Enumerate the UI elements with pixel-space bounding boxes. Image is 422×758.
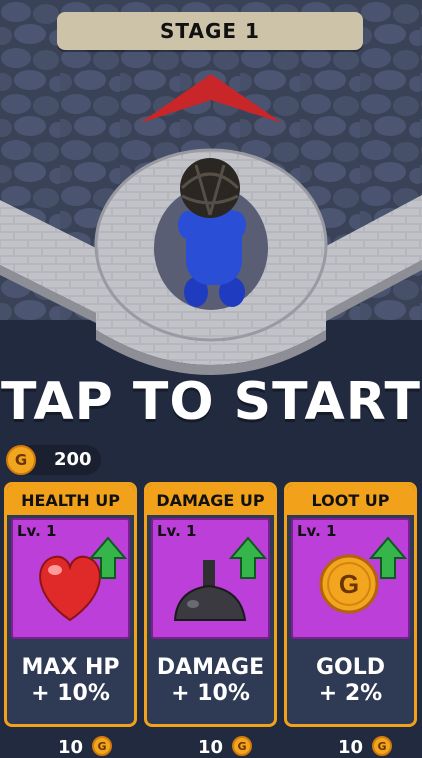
upgrade-arrow-icon xyxy=(228,536,268,579)
card-stat: MAX HP + 10% xyxy=(7,655,134,707)
price-label: 10 xyxy=(58,737,84,758)
coin-letter: G xyxy=(339,569,359,599)
price-label: 10 xyxy=(198,737,224,758)
level-label: Lv. 1 xyxy=(157,522,197,540)
tap-to-start-text[interactable]: TAP TO START xyxy=(0,372,422,432)
upgrade-arrow-icon xyxy=(368,536,408,579)
player-character xyxy=(178,158,246,307)
gold-amount: 200 xyxy=(54,449,92,470)
stat-name: MAX HP xyxy=(21,655,120,680)
gold-counter: G 200 xyxy=(6,445,101,475)
stat-name: DAMAGE xyxy=(156,655,265,680)
card-header: LOOT UP xyxy=(287,485,414,515)
stat-bonus: + 2% xyxy=(318,681,383,706)
card-header: HEALTH UP xyxy=(7,485,134,515)
stat-bonus: + 10% xyxy=(171,681,250,706)
gold-coin-icon: G xyxy=(232,736,252,756)
upgrade-card-damage[interactable]: DAMAGE UP Lv. 1 DAMAGE + 10% xyxy=(144,482,277,727)
stage-label: STAGE 1 xyxy=(57,12,363,50)
card-icon-box: Lv. 1 xyxy=(11,518,130,639)
card-stat: GOLD + 2% xyxy=(287,655,414,707)
card-icon-box: Lv. 1 xyxy=(151,518,270,639)
stat-name: GOLD xyxy=(315,655,386,680)
card-icon-box: Lv. 1 G xyxy=(291,518,410,639)
gold-coin-icon: G xyxy=(92,736,112,756)
level-label: Lv. 1 xyxy=(17,522,57,540)
price-label: 10 xyxy=(338,737,364,758)
card-stat: DAMAGE + 10% xyxy=(147,655,274,707)
stat-bonus: + 10% xyxy=(31,681,110,706)
card-header: DAMAGE UP xyxy=(147,485,274,515)
gold-coin-icon: G xyxy=(6,445,36,475)
upgrade-card-health[interactable]: HEALTH UP Lv. 1 MAX HP + 10% xyxy=(4,482,137,727)
upgrade-card-loot[interactable]: LOOT UP Lv. 1 G GOLD + 2% xyxy=(284,482,417,727)
gold-coin-icon: G xyxy=(372,736,392,756)
level-label: Lv. 1 xyxy=(297,522,337,540)
